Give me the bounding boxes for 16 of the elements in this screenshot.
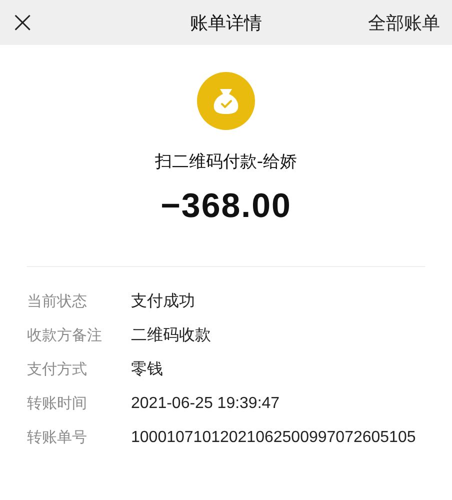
detail-value: 10001071012021062500997072605105	[131, 428, 416, 448]
all-bills-link[interactable]: 全部账单	[368, 10, 440, 34]
detail-label: 收款方备注	[27, 325, 103, 346]
detail-value: 2021-06-25 19:39:47	[131, 394, 280, 414]
money-bag-icon	[197, 72, 255, 130]
detail-label: 转账单号	[27, 427, 88, 448]
payment-amount: −368.00	[160, 187, 292, 226]
detail-label: 当前状态	[27, 291, 88, 312]
detail-value: 零钱	[131, 360, 163, 380]
detail-label: 支付方式	[27, 359, 88, 380]
detail-value: 二维码收款	[131, 326, 211, 346]
page-title: 账单详情	[190, 12, 262, 34]
detail-value: 支付成功	[131, 292, 195, 312]
detail-label: 转账时间	[27, 393, 88, 414]
payment-title: 扫二维码付款-给娇	[154, 151, 298, 173]
close-button[interactable]: ×	[4, 8, 42, 38]
